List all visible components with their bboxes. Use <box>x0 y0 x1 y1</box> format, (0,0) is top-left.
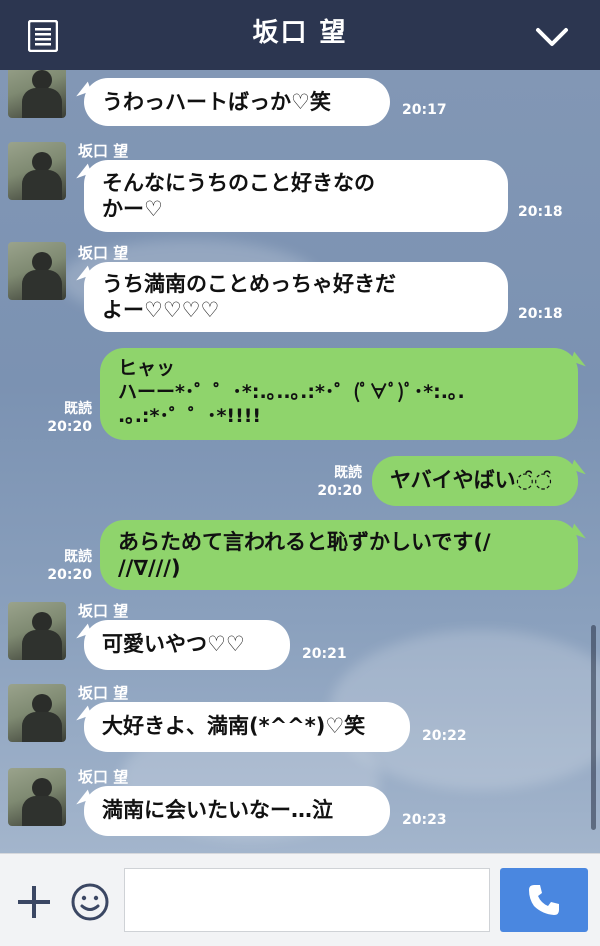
avatar[interactable] <box>8 602 66 660</box>
read-receipt: 既読 20:20 <box>317 465 362 499</box>
message-bubble: 大好きよ、満南(*^^*)♡笑 <box>84 702 410 752</box>
message-time: 20:23 <box>402 812 447 828</box>
sender-name: 坂口 望 <box>78 244 129 262</box>
message-time: 20:21 <box>302 646 347 662</box>
message-time: 20:17 <box>402 102 447 118</box>
message-time: 20:22 <box>422 728 467 744</box>
message-bubble: ヤバイやばい◌̑◌̑ <box>372 456 578 506</box>
message-time: 20:18 <box>518 204 563 220</box>
sender-name: 坂口 望 <box>78 602 129 620</box>
message-bubble: あらためて言われると恥ずかしいです(/ //∇///) <box>100 520 578 590</box>
avatar[interactable] <box>8 142 66 200</box>
message-bubble: うわっハートばっか♡笑 <box>84 78 390 126</box>
message-bubble: うち満南のことめっちゃ好きだ よー♡♡♡♡ <box>84 262 508 332</box>
avatar[interactable] <box>8 684 66 742</box>
avatar[interactable] <box>8 768 66 826</box>
avatar[interactable] <box>8 70 66 118</box>
chat-header: 坂口 望 <box>0 0 600 70</box>
message-bubble: そんなにうちのこと好きなの かー♡ <box>84 160 508 232</box>
plus-icon[interactable] <box>16 884 52 920</box>
message-bubble: 満南に会いたいなー…泣 <box>84 786 390 836</box>
chat-title: 坂口 望 <box>252 18 348 48</box>
sender-name: 坂口 望 <box>78 142 129 160</box>
message-time: 20:18 <box>518 306 563 322</box>
sender-name: 坂口 望 <box>78 684 129 702</box>
avatar[interactable] <box>8 242 66 300</box>
chat-area[interactable]: うわっハートばっか♡笑 20:17 坂口 望 そんなにうちのこと好きなの かー♡… <box>0 70 600 853</box>
phone-icon <box>529 885 559 915</box>
smile-icon[interactable] <box>70 882 110 922</box>
read-receipt: 既読 20:20 <box>47 401 92 435</box>
message-bubble: ヒャッ ハーー*･゜゜･*:.｡..｡.:*･゜(ﾟ∀ﾟ)ﾟ･*:.｡. .｡.… <box>100 348 578 440</box>
read-receipt: 既読 20:20 <box>47 549 92 583</box>
call-button[interactable] <box>500 868 588 932</box>
message-input[interactable] <box>124 868 490 932</box>
message-footer <box>0 853 600 946</box>
message-bubble: 可愛いやつ♡♡ <box>84 620 290 670</box>
sender-name: 坂口 望 <box>78 768 129 786</box>
scrollbar[interactable] <box>591 625 596 830</box>
chevron-down-icon[interactable] <box>532 22 572 50</box>
